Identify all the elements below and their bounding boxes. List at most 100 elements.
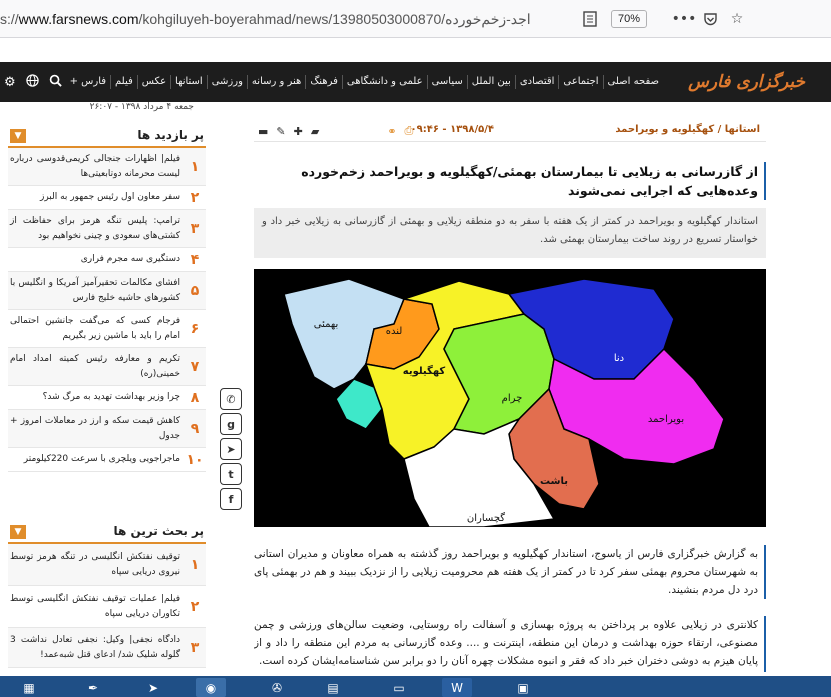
article-tools: ▬ ✎ ✚ ▰ ⚭ ⎙ — [258, 122, 413, 140]
url-prefix: s:// — [0, 11, 19, 27]
list-item[interactable]: ۶ فرجام کسی که می‌گفت جانشین احتمالی امام… — [8, 310, 206, 348]
most-discussed-title: پر بحث ترین ها — [113, 524, 204, 538]
current-date: جمعه ۴ مرداد ۱۳۹۸ - ۲۶:۰۷ — [89, 102, 194, 112]
list-item[interactable]: ۹ کاهش قیمت سکه و ارز در معاملات امروز + … — [8, 410, 206, 448]
list-item[interactable]: ۴ دستگیری سه مجرم فراری — [8, 248, 206, 272]
share-bar: ✆ g ➤ t f — [220, 388, 242, 510]
menu-item-fars-plus[interactable]: فارس + — [66, 62, 110, 102]
list-item-number: ۷ — [190, 358, 200, 375]
list-item-text[interactable]: توقیف نفتکش انگلیسی در تنگه هرمز توسط نی… — [8, 548, 184, 582]
media-player-icon[interactable]: ✇ — [262, 678, 292, 697]
folder-app-icon[interactable]: ▭ — [384, 678, 414, 697]
menu-item-art-media[interactable]: هنر و رسانه — [248, 62, 305, 102]
list-item-text[interactable]: سفر معاون اول رئیس جمهور به البرز — [8, 188, 184, 207]
menu-item-photo[interactable]: عکس — [138, 62, 170, 102]
menu-item-video[interactable]: فیلم — [111, 62, 137, 102]
telegram-icon[interactable]: ➤ — [220, 438, 242, 460]
search-icon[interactable] — [49, 74, 62, 91]
article-headline: از گازرسانی به زیلایی تا بیمارستان بهمئی… — [254, 162, 766, 200]
firefox-app-icon[interactable]: ◉ — [196, 678, 226, 697]
window-app-icon[interactable]: ▣ — [508, 678, 538, 697]
list-item-text[interactable]: چرا وزیر بهداشت تهدید به مرگ شد؟ — [8, 388, 184, 407]
list-item[interactable]: ۸ چرا وزیر بهداشت تهدید به مرگ شد؟ — [8, 386, 206, 410]
most-viewed-header: پر بازدید ها ▼ — [8, 126, 206, 148]
menu-item-culture[interactable]: فرهنگ — [306, 62, 342, 102]
list-item[interactable]: ۲ سفر معاون اول رئیس جمهور به البرز — [8, 186, 206, 210]
list-item-number: ۶ — [190, 320, 200, 337]
os-taskbar: ▦ ✒ ➤ ◉ ✇ ▤ ▭ W ▣ — [0, 676, 831, 697]
notes-app-icon[interactable]: ▤ — [318, 678, 348, 697]
telegram-app-icon[interactable]: ➤ — [138, 678, 168, 697]
map-label-landeh: لنده — [386, 326, 403, 337]
chevron-down-icon[interactable]: ▼ — [10, 129, 26, 143]
feather-app-icon[interactable]: ✒ — [78, 678, 108, 697]
list-item[interactable]: ۲ فیلم| عملیات توقیف نفتکش انگلیسی توسط ت… — [8, 586, 206, 628]
menu-item-social[interactable]: اجتماعی — [559, 62, 602, 102]
globe-icon[interactable] — [25, 73, 39, 91]
list-item-text[interactable]: ترامپ: پلیس تنگه هرمز برای حفاظت از کشتی… — [8, 212, 184, 246]
menu-divider — [110, 75, 112, 89]
list-item-text[interactable]: دادگاه نجفی| وکیل: نجفی تعادل نداشت 3 گل… — [8, 631, 184, 665]
url-host: www.farsnews.com — [18, 11, 139, 27]
list-item-text[interactable]: افشای مکالمات تحقیرآمیز آمریکا و انگلیس … — [8, 274, 184, 308]
most-viewed-list: ۱ فیلم| اظهارات جنجالی کریمی‌قدوسی درباره… — [8, 148, 206, 472]
site-logo[interactable]: خبرگزاری فارس — [688, 67, 805, 97]
map-label-behmai: بهمئی — [314, 319, 339, 330]
menu-item-economy[interactable]: اقتصادی — [516, 62, 559, 102]
breadcrumb[interactable]: استانها / کهگیلویه و بویراحمد — [615, 124, 760, 135]
browser-address-bar: s://www.farsnews.com/kohgiluyeh-boyerahm… — [0, 0, 831, 38]
film-app-icon[interactable]: ▦ — [14, 678, 44, 697]
bookmark-star-icon[interactable]: ☆ — [727, 9, 747, 29]
menu-divider — [136, 75, 138, 89]
zoom-out-icon[interactable]: ▬ — [258, 125, 268, 138]
list-item-text[interactable]: کاهش قیمت سکه و ارز در معاملات امروز + ج… — [8, 412, 184, 446]
print-icon[interactable]: ⎙ — [405, 124, 414, 138]
menu-item-provinces[interactable]: استانها — [171, 62, 207, 102]
settings-icon[interactable]: ⚙ — [4, 75, 16, 90]
nav-icon-group: ⚙ — [4, 62, 62, 102]
chevron-down-icon[interactable]: ▼ — [10, 525, 26, 539]
more-icon[interactable]: ••• — [672, 9, 697, 29]
menu-item-politics[interactable]: سیاسی — [428, 62, 467, 102]
list-item-text[interactable]: فرجام کسی که می‌گفت جانشین احتمالی امام … — [8, 312, 184, 346]
zoom-indicator[interactable]: 70% — [611, 10, 647, 28]
list-item[interactable]: ۱۰ ماجراجویی ویلچری با سرعت 220کیلومتر — [8, 448, 206, 472]
list-item-number: ۲ — [190, 598, 200, 615]
menu-item-home[interactable]: صفحه اصلی — [604, 62, 663, 102]
article-datetime: ۱۳۹۸/۵/۴ - ۰۹:۴۶ — [410, 124, 494, 135]
list-item-text[interactable]: ماجراجویی ویلچری با سرعت 220کیلومتر — [8, 450, 184, 469]
list-item-text[interactable]: فیلم| اظهارات جنجالی کریمی‌قدوسی درباره … — [8, 150, 184, 184]
menu-item-science[interactable]: علمی و دانشگاهی — [343, 62, 427, 102]
most-viewed-box: پر بازدید ها ▼ ۱ فیلم| اظهارات جنجالی کری… — [8, 126, 206, 472]
list-item[interactable]: ۱ توقیف نفتکش انگلیسی در تنگه هرمز توسط ن… — [8, 544, 206, 586]
map-label-charam: چرام — [502, 393, 523, 404]
facebook-icon[interactable]: f — [220, 488, 242, 510]
url-field[interactable]: s://www.farsnews.com/kohgiluyeh-boyerahm… — [0, 8, 560, 30]
list-item-number: ۹ — [190, 420, 200, 437]
most-discussed-list: ۱ توقیف نفتکش انگلیسی در تنگه هرمز توسط ن… — [8, 544, 206, 668]
menu-divider — [558, 75, 560, 89]
google-plus-icon[interactable]: g — [220, 413, 242, 435]
menu-divider — [466, 75, 468, 89]
whatsapp-icon[interactable]: ✆ — [220, 388, 242, 410]
list-item-text[interactable]: تکریم و معارفه رئیس کمیته امداد امام خمی… — [8, 350, 184, 384]
list-item-text[interactable]: فیلم| عملیات توقیف نفتکش انگلیسی توسط تک… — [8, 590, 184, 624]
menu-item-international[interactable]: بین الملل — [468, 62, 515, 102]
list-item-text[interactable]: دستگیری سه مجرم فراری — [8, 250, 184, 269]
zoom-in-icon[interactable]: ✚ — [294, 125, 303, 138]
twitter-icon[interactable]: t — [220, 463, 242, 485]
list-item[interactable]: ۳ دادگاه نجفی| وکیل: نجفی تعادل نداشت 3 گ… — [8, 628, 206, 668]
menu-item-sports[interactable]: ورزشی — [208, 62, 247, 102]
list-item[interactable]: ۷ تکریم و معارفه رئیس کمیته امداد امام خم… — [8, 348, 206, 386]
comment-icon[interactable]: ▰ — [311, 125, 319, 138]
pocket-icon[interactable] — [700, 9, 720, 29]
list-item[interactable]: ۱ فیلم| اظهارات جنجالی کریمی‌قدوسی درباره… — [8, 148, 206, 186]
link-icon[interactable]: ⚭ — [387, 125, 396, 138]
reader-icon[interactable] — [580, 9, 600, 29]
list-item[interactable]: ۳ ترامپ: پلیس تنگه هرمز برای حفاظت از کشت… — [8, 210, 206, 248]
list-item[interactable]: ۵ افشای مکالمات تحقیرآمیز آمریکا و انگلیس… — [8, 272, 206, 310]
word-app-icon[interactable]: W — [442, 678, 472, 697]
article-paragraph: کلانتری در زیلایی علاوه بر پرداختن به پر… — [254, 616, 766, 672]
list-item-number: ۱ — [190, 158, 200, 175]
edit-pen-icon[interactable]: ✎ — [276, 125, 285, 138]
